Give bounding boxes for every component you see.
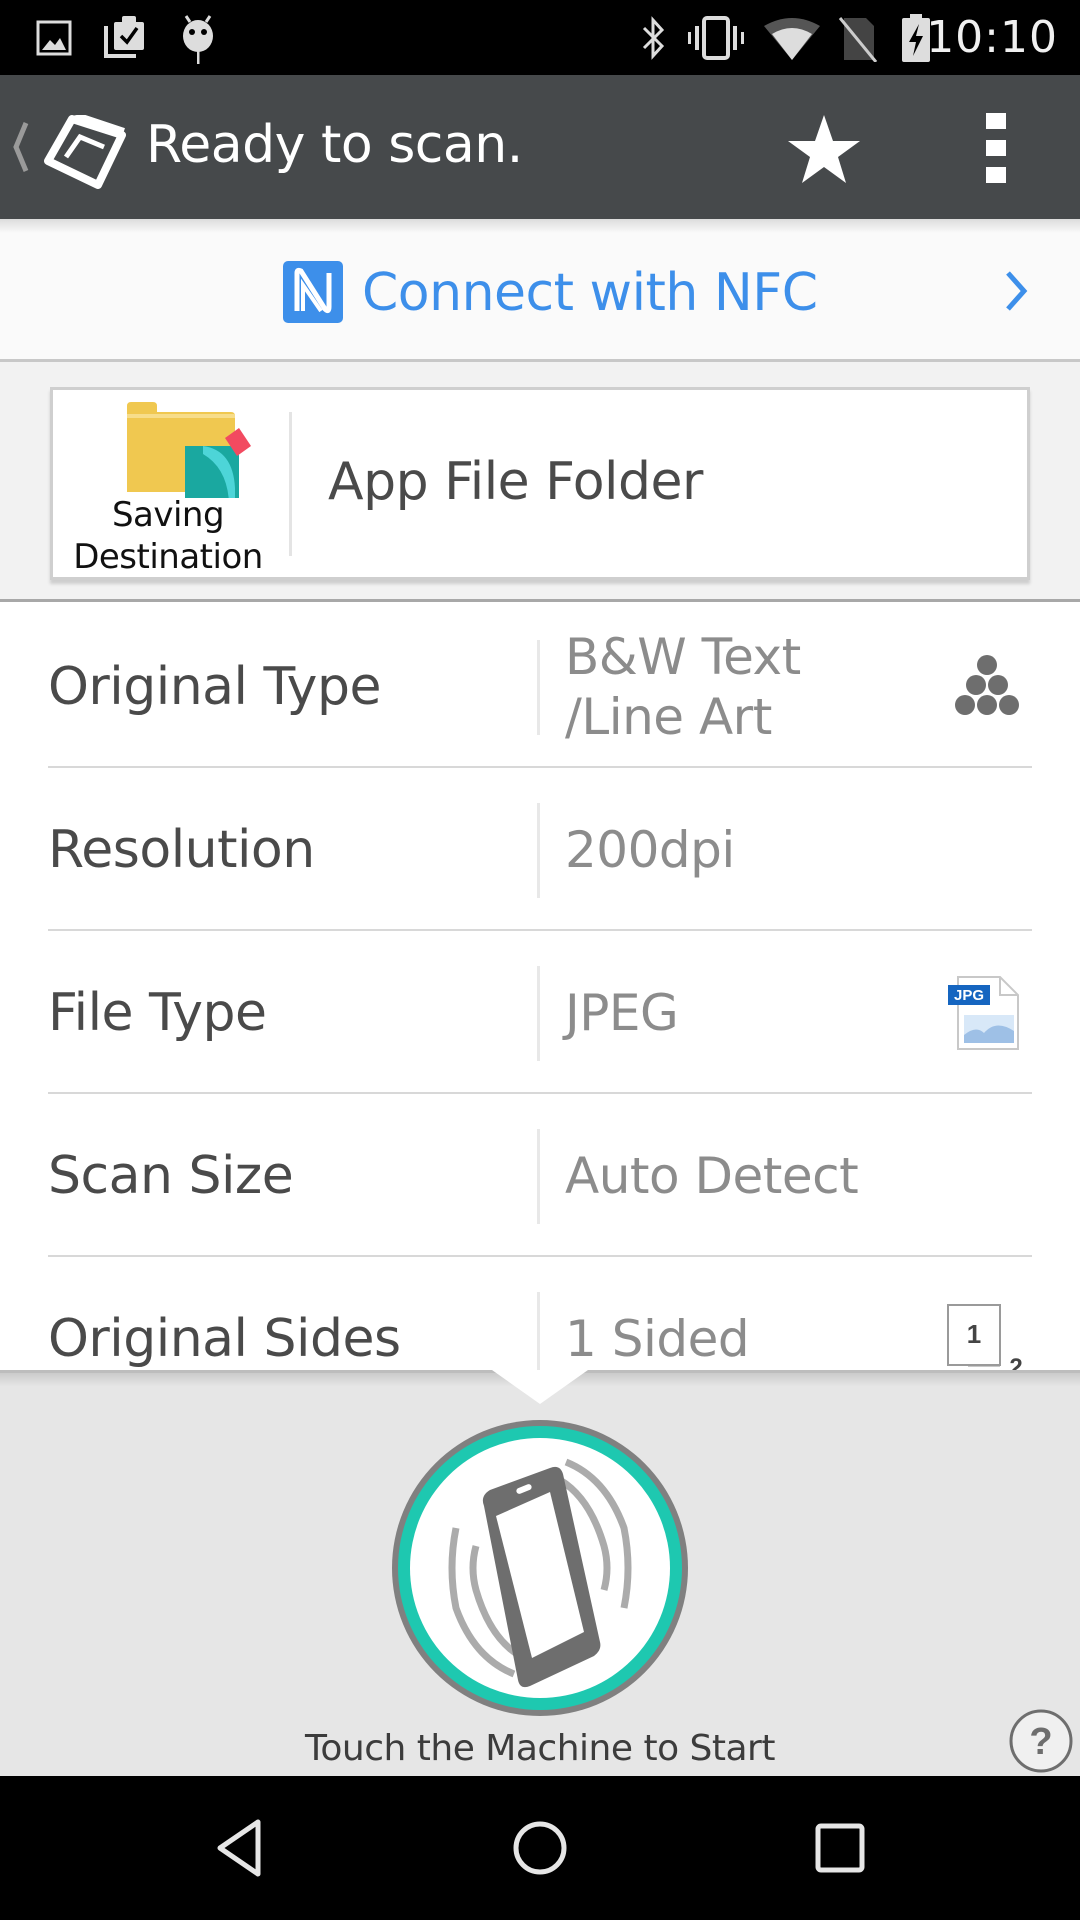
folder-icon (127, 402, 251, 498)
bluetooth-icon (642, 16, 665, 60)
clock: 10:10 (926, 12, 1058, 63)
divider (537, 1129, 540, 1224)
home-icon[interactable] (508, 1816, 572, 1880)
setting-row-original-type[interactable]: Original Type B&W Text /Line Art (0, 605, 1080, 768)
setting-label: File Type (48, 982, 267, 1043)
saving-destination-section: Saving Destination App File Folder (0, 362, 1080, 602)
divider (537, 640, 540, 735)
divider (537, 803, 540, 898)
setting-row-file-type[interactable]: File Type JPEG JPG (0, 931, 1080, 1094)
divider (537, 1292, 540, 1370)
phone-nfc-touch-icon[interactable] (390, 1418, 690, 1718)
android-debug-icon (183, 15, 213, 64)
recents-icon[interactable] (808, 1816, 872, 1880)
touch-machine-instruction: Touch the Machine to Start (305, 1728, 775, 1769)
setting-label: Resolution (48, 819, 315, 880)
divider (537, 966, 540, 1061)
sides-front-number: 1 (967, 1319, 981, 1349)
app-bar: Ready to scan. (0, 75, 1080, 219)
setting-value: Auto Detect (565, 1146, 859, 1205)
nfc-start-panel: Touch the Machine to Start ? (0, 1370, 1080, 1776)
star-icon[interactable] (786, 113, 862, 185)
connect-nfc-label: Connect with NFC (362, 263, 818, 323)
up-navigation-chevron-icon[interactable] (10, 119, 30, 175)
system-nav-bar (0, 1776, 1080, 1920)
help-icon[interactable]: ? (1008, 1708, 1074, 1774)
app-title: Ready to scan. (146, 115, 523, 175)
sides-back-number: 2 (1009, 1354, 1022, 1370)
divider (289, 412, 292, 556)
nfc-icon (283, 261, 343, 323)
sides-icon: 1 2 (947, 1304, 1023, 1370)
setting-value: B&W Text /Line Art (565, 627, 801, 746)
help-glyph: ? (1029, 1721, 1052, 1763)
setting-label: Scan Size (48, 1145, 294, 1206)
setting-row-scan-size[interactable]: Scan Size Auto Detect (0, 1094, 1080, 1257)
no-sim-icon (838, 17, 878, 62)
scanner-icon[interactable] (42, 115, 126, 189)
jpg-file-icon: JPG (948, 976, 1019, 1050)
wifi-icon (764, 18, 820, 60)
setting-label: Original Type (48, 656, 381, 717)
scan-settings-list[interactable]: Original Type B&W Text /Line Art Resolut… (0, 605, 1080, 1370)
gallery-notification-icon (36, 20, 72, 56)
chevron-right-icon (1006, 271, 1028, 311)
back-icon[interactable] (208, 1816, 272, 1880)
vibrate-icon (688, 16, 744, 60)
saving-destination-value: App File Folder (328, 452, 703, 512)
status-bar: 10:10 (0, 0, 1080, 75)
task-check-notification-icon (104, 16, 144, 58)
panel-notch (492, 1370, 588, 1404)
saving-destination-button[interactable]: Saving Destination App File Folder (50, 387, 1030, 580)
setting-value: 200dpi (565, 820, 735, 879)
setting-label: Original Sides (48, 1308, 401, 1369)
setting-row-resolution[interactable]: Resolution 200dpi (0, 768, 1080, 931)
setting-value: JPEG (565, 983, 679, 1042)
setting-value: 1 Sided (565, 1309, 750, 1368)
connect-nfc-button[interactable]: Connect with NFC (0, 219, 1080, 362)
original-type-dots-icon (955, 655, 1019, 715)
saving-destination-label: Saving Destination (73, 495, 263, 577)
overflow-menu-icon[interactable] (976, 111, 1016, 185)
jpg-badge-text: JPG (954, 987, 984, 1004)
setting-row-original-sides[interactable]: Original Sides 1 Sided 1 2 (0, 1257, 1080, 1370)
